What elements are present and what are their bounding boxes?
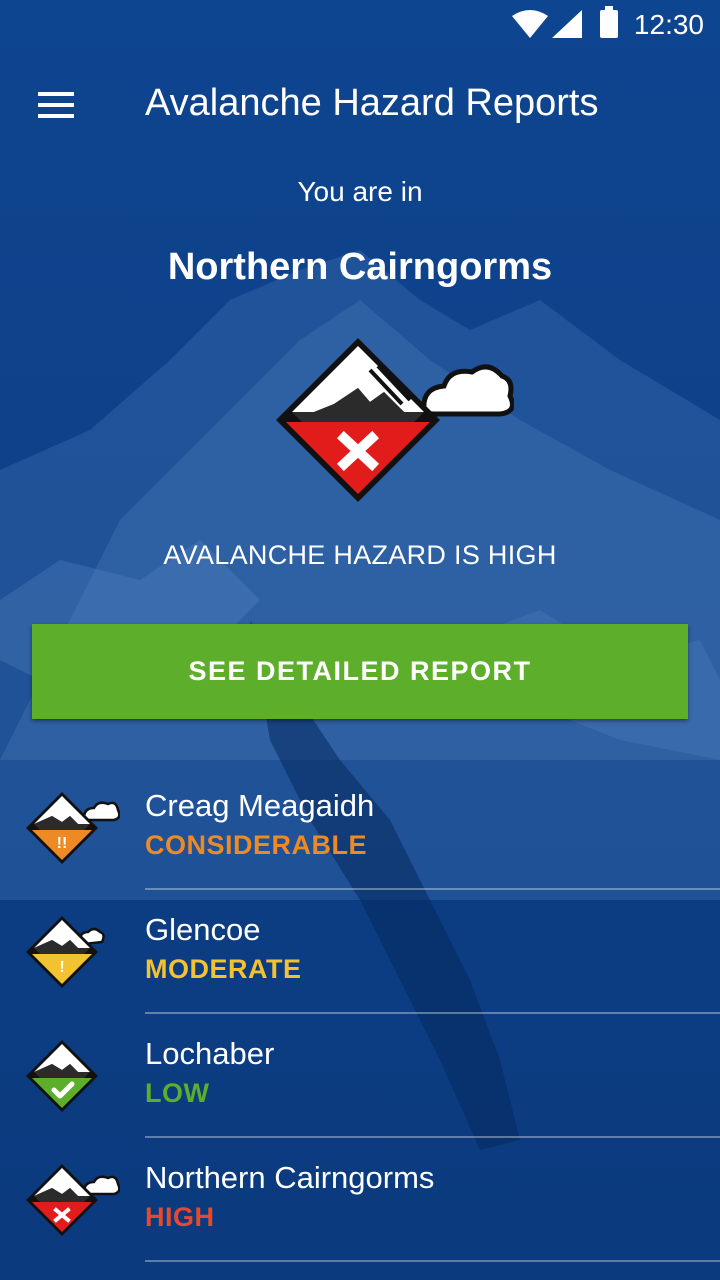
- app-bar: Avalanche Hazard Reports: [0, 48, 720, 160]
- region-hazard-level: HIGH: [145, 1202, 215, 1232]
- region-hazard-level: LOW: [145, 1078, 210, 1108]
- screen-content: 12:30 Avalanche Hazard Reports You are i…: [0, 0, 720, 1280]
- avalanche-considerable-icon: !!: [26, 792, 120, 864]
- svg-text:!!: !!: [57, 835, 68, 852]
- status-bar: 12:30: [0, 0, 720, 48]
- list-item-creag-meagaidh[interactable]: !! Creag Meagaidh CONSIDERABLE: [0, 766, 720, 890]
- location-prefix: You are in: [297, 176, 423, 207]
- list-item-northern-cairngorms[interactable]: Northern Cairngorms HIGH: [0, 1138, 720, 1262]
- region-name: Lochaber: [145, 1036, 275, 1071]
- region-hazard-level: CONSIDERABLE: [145, 830, 368, 860]
- hamburger-menu-icon[interactable]: [38, 92, 74, 118]
- region-name: Creag Meagaidh: [145, 788, 375, 823]
- avalanche-low-icon: [26, 1040, 98, 1112]
- see-detailed-report-button[interactable]: SEE DETAILED REPORT: [32, 624, 688, 719]
- list-divider: [145, 1260, 720, 1262]
- region-name: Northern Cairngorms: [145, 1160, 435, 1195]
- status-time: 12:30: [633, 9, 704, 40]
- avalanche-high-icon: [26, 1164, 120, 1236]
- region-name: Glencoe: [145, 912, 261, 947]
- battery-icon: [600, 6, 618, 38]
- avalanche-moderate-icon: !: [26, 916, 105, 988]
- wifi-icon: [512, 10, 548, 38]
- region-list: !! Creag Meagaidh CONSIDERABLE ! Glencoe…: [0, 766, 720, 1262]
- region-hazard-level: MODERATE: [145, 954, 302, 984]
- hazard-level-text: AVALANCHE HAZARD IS HIGH: [163, 540, 557, 570]
- list-item-lochaber[interactable]: Lochaber LOW: [0, 1014, 720, 1138]
- cell-signal-icon: [552, 10, 582, 38]
- current-location-name: Northern Cairngorms: [167, 246, 553, 288]
- svg-text:!: !: [59, 959, 64, 976]
- list-item-glencoe[interactable]: ! Glencoe MODERATE: [0, 890, 720, 1014]
- app-title: Avalanche Hazard Reports: [145, 82, 599, 124]
- avalanche-high-icon: [276, 338, 514, 502]
